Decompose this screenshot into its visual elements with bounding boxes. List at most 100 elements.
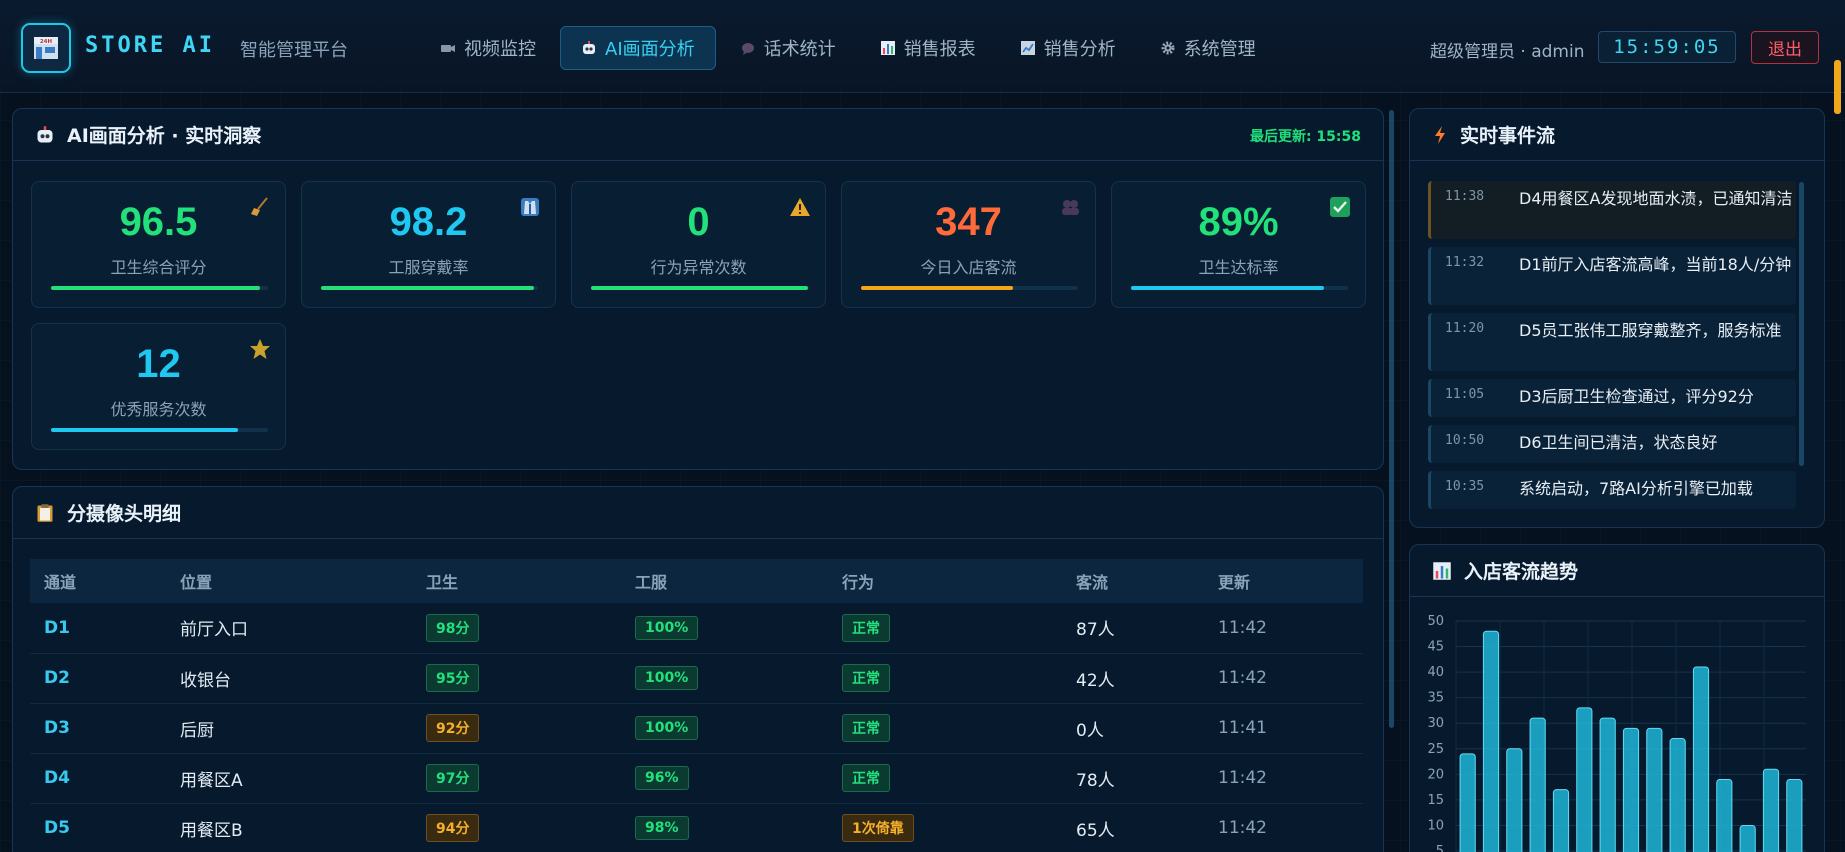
kpi-progress	[51, 286, 268, 290]
hygiene-badge: 97分	[426, 764, 480, 792]
table-row[interactable]: D2 收银台 95分 100% 正常 42人 11:42	[30, 653, 1363, 704]
main-scrollbar-thumb[interactable]	[1389, 110, 1394, 728]
traffic-bar[interactable]	[1482, 630, 1500, 852]
column-header[interactable]: 工服	[621, 559, 828, 603]
updated-cell: 11:42	[1204, 753, 1363, 804]
uniform-badge: 96%	[635, 766, 689, 790]
store-icon: 24H	[34, 37, 58, 59]
traffic-bar[interactable]	[1739, 824, 1756, 852]
lightning-icon	[1435, 125, 1445, 144]
nav-ai-analysis[interactable]: AI画面分析	[560, 26, 716, 70]
column-header[interactable]: 卫生	[412, 559, 621, 603]
hygiene-cell: 95分	[412, 653, 621, 704]
event-time: 11:38	[1445, 189, 1485, 204]
channel-cell[interactable]: D5	[30, 803, 166, 852]
updated-cell: 11:42	[1204, 653, 1363, 704]
event-text: D1前厅入店客流高峰，当前18人/分钟	[1519, 255, 1792, 274]
nav-label: 销售分析	[1043, 39, 1116, 60]
event-item[interactable]: 10:50 D6卫生间已清洁，状态良好	[1428, 425, 1796, 463]
column-header[interactable]: 更新	[1204, 559, 1363, 603]
uniform-cell: 100%	[621, 603, 828, 654]
robot-icon	[37, 125, 53, 142]
panel-title: AI画面分析 · 实时洞察	[67, 125, 262, 147]
traffic-bar[interactable]	[1599, 717, 1616, 852]
panel-header: 实时事件流	[1410, 109, 1824, 161]
kpi-value: 96.5	[119, 200, 198, 244]
warning-icon	[790, 198, 810, 216]
channel-cell[interactable]: D2	[30, 653, 166, 704]
traffic-bar[interactable]	[1552, 789, 1570, 852]
nav-speech-stats[interactable]: 话术统计	[720, 26, 856, 70]
kpi-value: 89%	[1198, 200, 1279, 244]
kpi-progress-fill	[51, 428, 238, 432]
event-scrollbar-thumb[interactable]	[1799, 182, 1804, 466]
table-row[interactable]: D3 后厨 92分 100% 正常 0人 11:41	[30, 703, 1363, 754]
broom-icon	[251, 197, 268, 216]
channel-cell[interactable]: D4	[30, 753, 166, 804]
kpi-label: 卫生达标率	[1198, 258, 1279, 277]
gear-icon	[1161, 41, 1175, 55]
channel-cell[interactable]: D3	[30, 703, 166, 754]
nav-label: 系统管理	[1183, 39, 1256, 60]
nav-video-monitor[interactable]: 视频监控	[420, 26, 556, 70]
traffic-cell: 87人	[1062, 603, 1204, 654]
traffic-bar[interactable]	[1786, 778, 1803, 852]
line-chart-icon	[1020, 41, 1035, 55]
event-item[interactable]: 11:05 D3后厨卫生检查通过，评分92分	[1428, 379, 1796, 417]
y-tick-label: 15	[1427, 793, 1444, 808]
kpi-progress	[591, 286, 808, 290]
traffic-bar[interactable]	[1622, 727, 1640, 852]
camera-table: 通道 位置 卫生 工服 行为 客流 更新 D1 前厅入口 98分 100% 正常 87人 1…	[30, 559, 1363, 852]
hygiene-badge: 98分	[426, 613, 480, 642]
location-cell: 前厅入口	[166, 603, 412, 654]
camera-detail-panel: 分摄像头明细 通道 位置 卫生 工服 行为 客流 更新 D1 前厅入口 98分 100…	[12, 486, 1384, 852]
traffic-bar[interactable]	[1576, 707, 1593, 852]
event-item[interactable]: 10:35 系统启动，7路AI分析引擎已加载	[1428, 471, 1796, 509]
camera-icon	[441, 45, 455, 52]
table-row[interactable]: D4 用餐区A 97分 96% 正常 78人 11:42	[30, 753, 1363, 804]
hygiene-cell: 94分	[412, 803, 621, 852]
updated-cell: 11:42	[1204, 803, 1363, 852]
event-item[interactable]: 11:32 D1前厅入店客流高峰，当前18人/分钟	[1428, 247, 1796, 305]
table-row[interactable]: D5 用餐区B 94分 98% 1次倚靠 65人 11:42	[30, 803, 1363, 852]
traffic-bar[interactable]	[1529, 717, 1546, 852]
event-item[interactable]: 11:38 D4用餐区A发现地面水渍，已通知清洁	[1428, 181, 1796, 239]
hygiene-badge: 94分	[426, 814, 480, 842]
nav-sales-report[interactable]: 销售报表	[860, 26, 996, 70]
nav-label: 销售报表	[903, 39, 976, 60]
traffic-bar[interactable]	[1459, 753, 1476, 852]
traffic-bar[interactable]	[1692, 666, 1710, 852]
traffic-bar[interactable]	[1646, 727, 1663, 852]
nav-sales-analysis[interactable]: 销售分析	[1000, 26, 1136, 70]
page-scrollbar-thumb[interactable]	[1834, 60, 1841, 114]
channel-cell[interactable]: D1	[30, 603, 166, 654]
kpi-value: 0	[687, 200, 710, 244]
y-tick-label: 10	[1427, 818, 1444, 833]
check-icon	[1330, 197, 1350, 217]
traffic-bar[interactable]	[1716, 778, 1733, 852]
kpi-store-traffic: 347 今日入店客流	[841, 181, 1096, 308]
traffic-cell: 0人	[1062, 703, 1204, 754]
column-header[interactable]: 通道	[30, 559, 166, 603]
behavior-badge: 正常	[842, 764, 890, 792]
column-header[interactable]: 行为	[828, 559, 1062, 603]
panel-title: 实时事件流	[1460, 125, 1556, 147]
top-navbar: 24H STORE AI 智能管理平台 视频监控 AI画面分析 话术统计 销售报…	[0, 0, 1845, 93]
store-logo[interactable]: 24H	[21, 23, 71, 73]
traffic-bar[interactable]	[1762, 768, 1780, 852]
uniform-cell: 98%	[621, 803, 828, 852]
nav-system-admin[interactable]: 系统管理	[1140, 26, 1276, 70]
uniform-icon	[521, 198, 539, 216]
table-row[interactable]: D1 前厅入口 98分 100% 正常 87人 11:42	[30, 603, 1363, 654]
traffic-bar[interactable]	[1669, 738, 1686, 852]
traffic-bar[interactable]	[1506, 748, 1523, 852]
kpi-value: 12	[136, 342, 181, 386]
column-header[interactable]: 位置	[166, 559, 412, 603]
logout-button[interactable]: 退出	[1751, 31, 1819, 64]
table-header-row: 通道 位置 卫生 工服 行为 客流 更新	[30, 559, 1363, 603]
column-header[interactable]: 客流	[1062, 559, 1204, 603]
uniform-cell: 100%	[621, 703, 828, 754]
event-item[interactable]: 11:20 D5员工张伟工服穿戴整齐，服务标准	[1428, 313, 1796, 371]
kpi-progress-fill	[51, 286, 261, 290]
behavior-cell: 正常	[828, 653, 1062, 704]
